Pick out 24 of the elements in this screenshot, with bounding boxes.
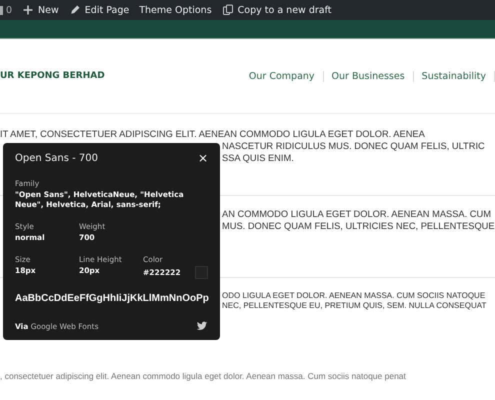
uppercase-text-line: ODO LIGULA EGET DOLOR. AENEAN MASSA. CUM SOCIIS NATOQUE [222,291,486,301]
admin-bar-link[interactable]: New [22,4,59,16]
comment-count: 0 [6,4,12,16]
nav-link[interactable]: Sustainability [414,70,495,82]
uppercase-text-line: SSA QUIS ENIM. [222,152,294,164]
popup-title: Open Sans - 700 [15,152,98,164]
admin-bar-link[interactable]: Edit Page [68,4,130,16]
admin-bar-link[interactable]: Theme Options [139,4,212,16]
pencil-icon [68,4,81,16]
close-button[interactable]: × [198,151,208,165]
uppercase-text-line: NEC, PELLENTESQUE EU, PRETIUM QUIS, SEM. NULLA CONSEQUAT [222,301,486,311]
bird-icon [196,320,208,332]
font-sample-text: AaBbCcDdEeFfGgHhIiJjKkLlMmNnOoPp [15,293,209,304]
admin-bar-link[interactable]: Copy to a new draft [222,4,332,16]
nav-link[interactable]: Our Company [240,70,324,82]
paragraph-text: , consectetuer adipiscing elit. Aenean commodo ligula eget dolor. Aenean massa. Cum sociis natoque penat [0,371,406,381]
uppercase-text-line: NASCETUR RIDICULUS MUS. DONEC QUAM FELIS, ULTRIC [222,140,485,152]
site-logo-text[interactable]: UR KEPONG BERHAD [0,71,105,81]
nav-link[interactable]: Our Businesses [324,70,414,82]
copy-icon [222,4,234,16]
uppercase-text-line: IT AMET, CONSECTETUER ADIPISCING ELIT. AENEAN COMMODO LIGULA EGET DOLOR. AENEA [0,128,425,140]
uppercase-text-line: AN COMMODO LIGULA EGET DOLOR. AENEAN MASSA. CUM [222,208,491,220]
plus-icon [22,4,34,16]
uppercase-text-line: MUS. DONEC QUAM FELIS, ULTRICIES NEC, PELLENTESQUE [222,220,495,232]
